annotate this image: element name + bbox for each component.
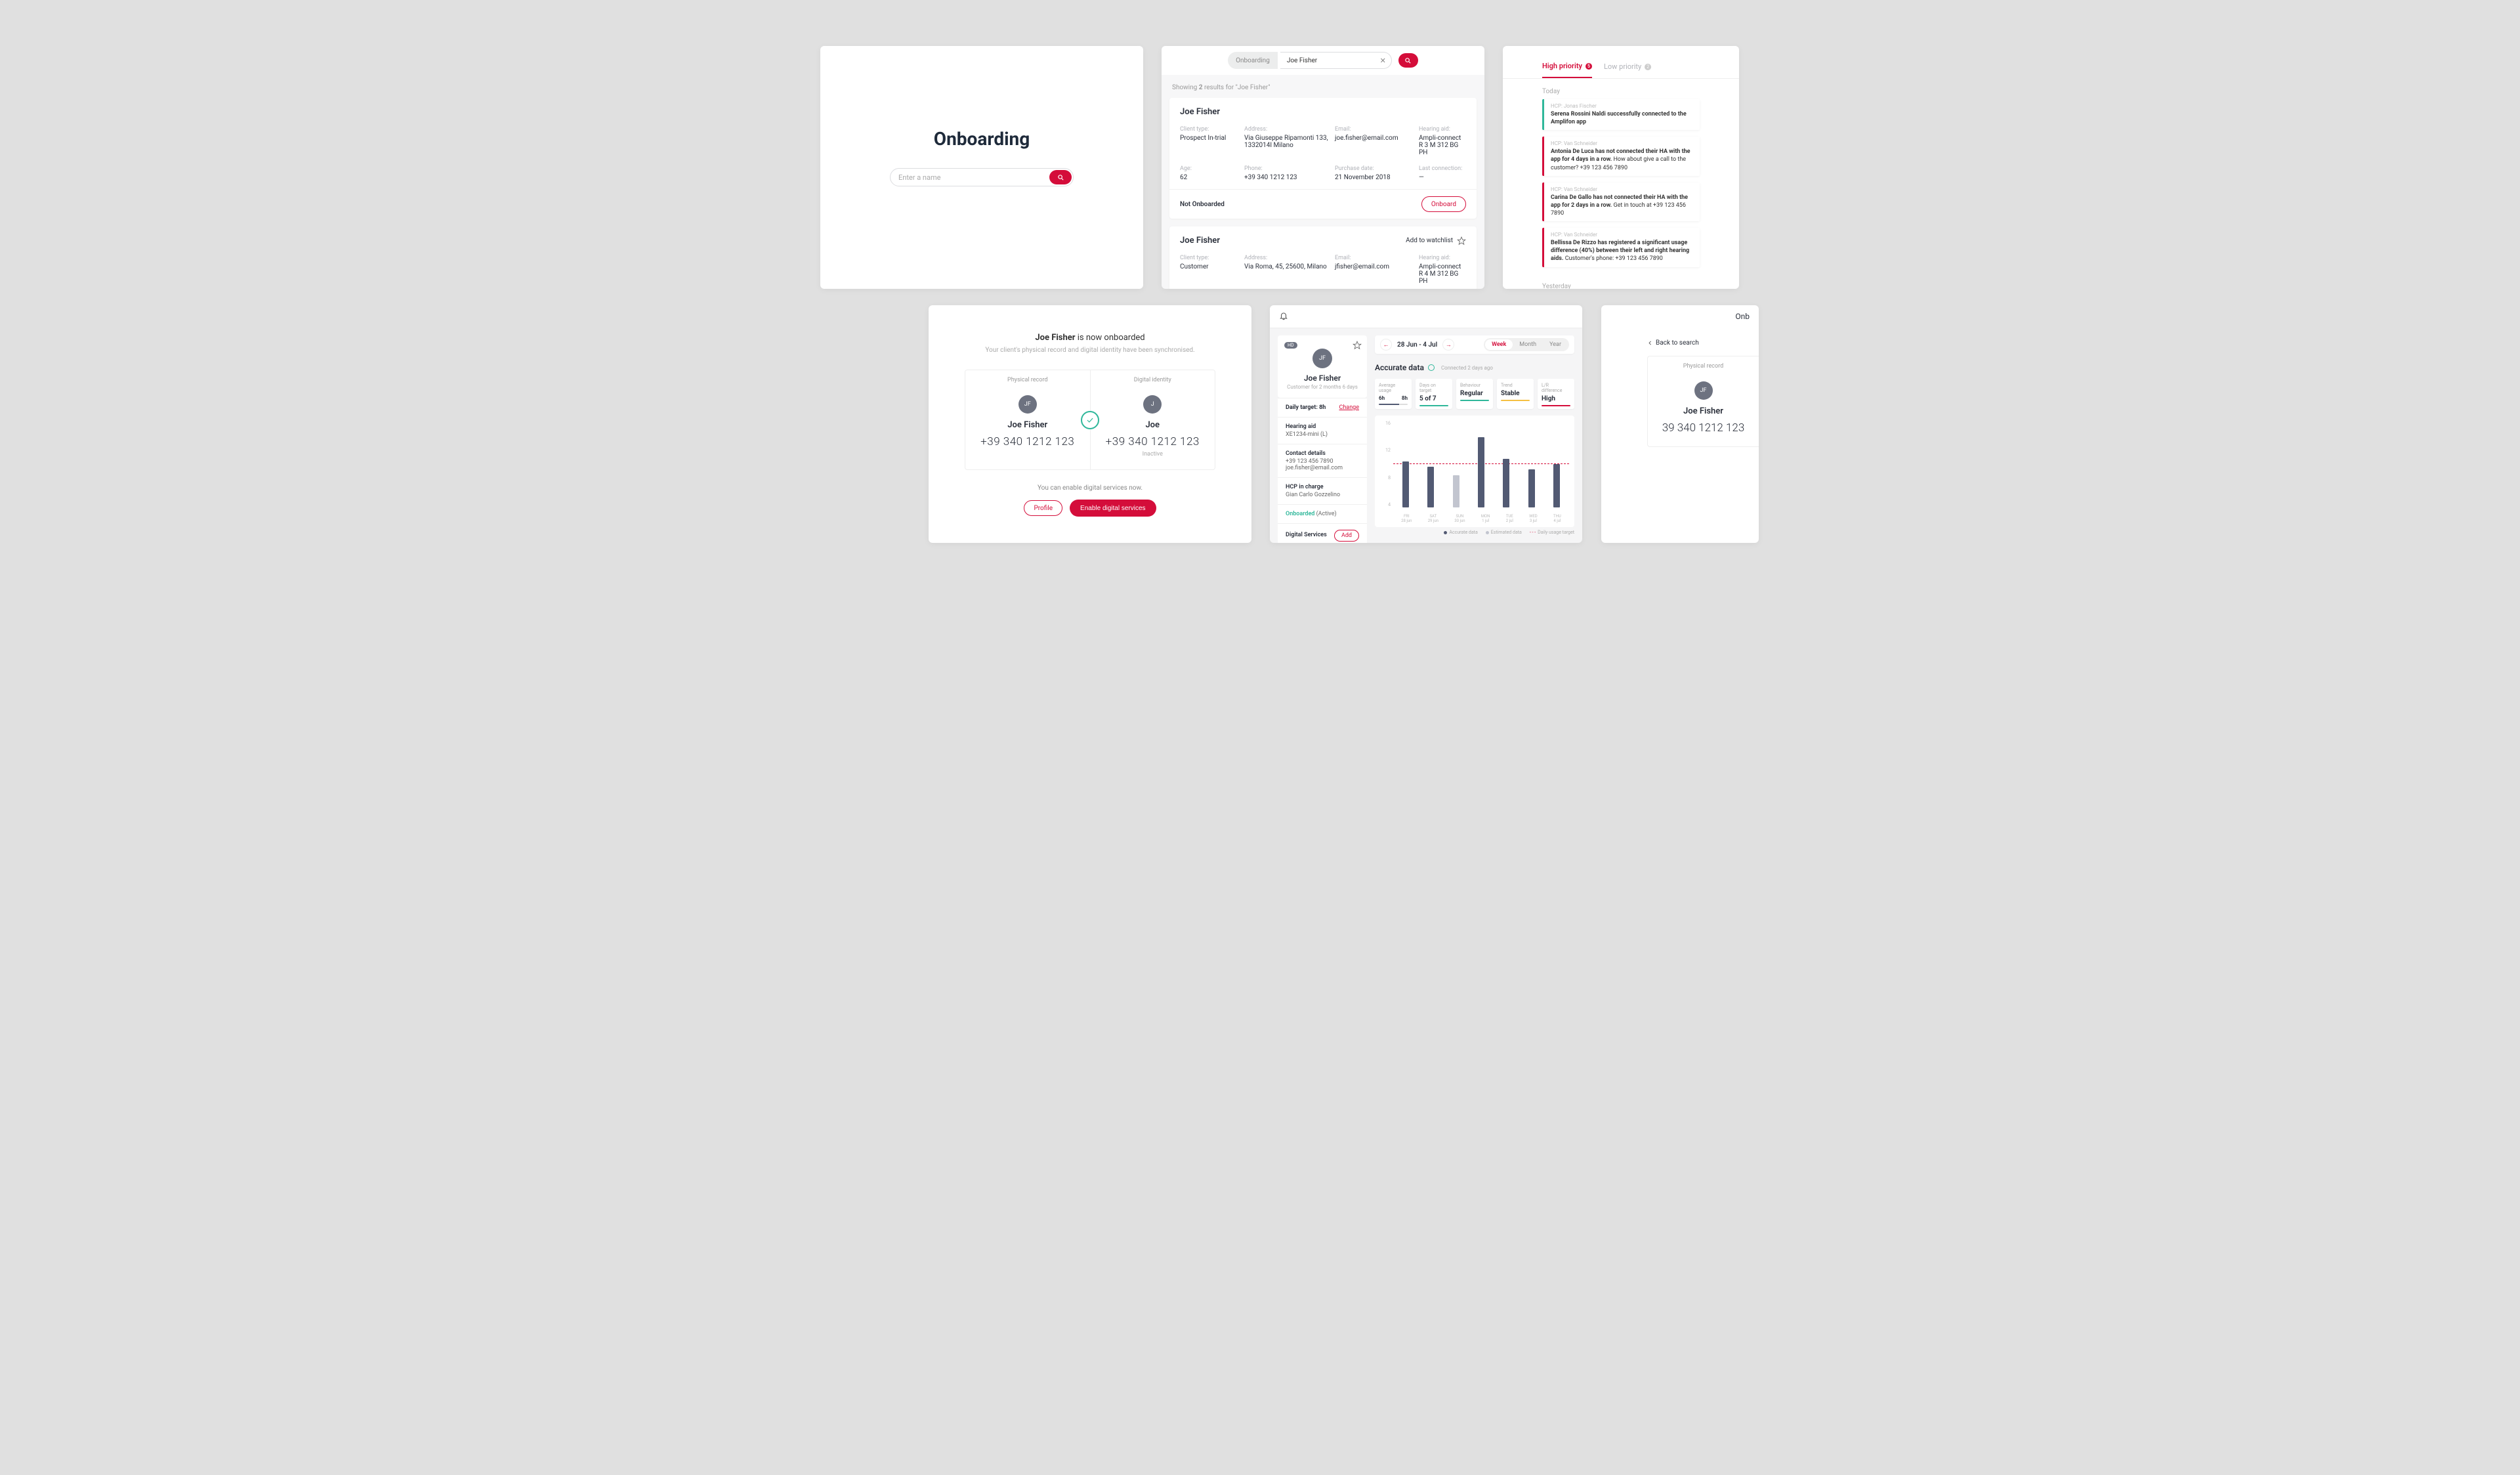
search-button[interactable] [1398,53,1418,68]
kpi-average-usage: Average usage 6h8h [1375,379,1412,409]
hd-chip: HD [1284,342,1297,349]
clear-icon[interactable]: ✕ [1380,56,1386,65]
search-placeholder: Enter a name [898,173,940,182]
period-segmented[interactable]: Week Month Year [1484,338,1569,351]
page-title-partial: Onb [1601,305,1759,328]
onboard-status: Not Onboarded [1180,201,1225,208]
date-range-bar: ← 28 Jun - 4 Jul → Week Month Year [1375,335,1574,354]
notification[interactable]: HCP: Jonas FischerSerena Rossini Naldi s… [1542,99,1700,130]
add-service-button[interactable]: Add [1334,530,1359,542]
star-icon[interactable] [1457,236,1466,246]
search-results-panel: Onboarding Joe Fisher ✕ Showing 2 result… [1162,46,1484,289]
search-button[interactable] [1049,170,1072,184]
avatar: JF [1694,381,1713,400]
bell-icon[interactable] [1279,311,1288,322]
hcp-row: HCP in chargeGian Carlo Gozzelino [1278,477,1367,504]
accuracy-header: Accurate data Connected 2 days ago [1375,363,1574,372]
avatar: JF [1312,349,1332,368]
onboarding-panel: Onboarding Enter a name [820,46,1143,289]
star-icon[interactable] [1353,341,1362,352]
prev-arrow-icon[interactable]: ← [1380,339,1392,351]
kpi-lr-difference: L/R differenceHigh [1538,379,1574,409]
customer-sidebar: HD JF Joe Fisher Customer for 2 months 6… [1278,335,1367,543]
tab-low-priority[interactable]: Low priority2 [1604,62,1651,78]
search-input[interactable]: Enter a name [890,168,1074,186]
customer-dashboard-panel: HD JF Joe Fisher Customer for 2 months 6… [1270,305,1582,543]
back-to-search-panel: Onb Back to search Physical record JF Jo… [1601,305,1759,543]
check-icon [1081,411,1099,429]
notifications-panel: High priority5 Low priority2 Today HCP: … [1503,46,1739,289]
notification[interactable]: HCP: Van SchneiderCarina De Gallo has no… [1542,182,1700,221]
sync-icon [1428,364,1435,371]
confirm-title: Joe Fisher is now onboarded [929,333,1251,343]
back-link[interactable]: Back to search [1601,328,1759,347]
result-name: Joe Fisher Add to watchlist [1180,236,1466,246]
change-target-link[interactable]: Change [1339,404,1359,411]
enable-services-button[interactable]: Enable digital services [1070,500,1156,517]
physical-record-col: Physical record JF Joe Fisher 39 340 121… [1647,356,1759,447]
seg-month[interactable]: Month [1513,339,1543,350]
usage-chart: 161284 FRI28 junSAT29 junSUN30 junMON1 j… [1375,416,1574,527]
topbar: Onboarding Joe Fisher ✕ [1162,46,1484,75]
seg-year[interactable]: Year [1543,339,1568,350]
digital-identity-col: Digital identity J Joe +39 340 1212 123 … [1090,370,1215,469]
result-card: Joe Fisher Add to watchlist Client type:… [1169,226,1477,289]
scope-chip[interactable]: Onboarding [1228,52,1278,69]
daily-target-row: Daily target: 8h Change [1278,398,1367,417]
add-watchlist-link[interactable]: Add to watchlist [1406,237,1453,244]
kpi-trend: TrendStable [1497,379,1534,409]
next-arrow-icon[interactable]: → [1442,339,1454,351]
hearing-aid-row: Hearing aidXE1234-mini (L) [1278,417,1367,444]
notification[interactable]: HCP: Van SchneiderAntonia De Luca has no… [1542,137,1700,175]
page-title: Onboarding [820,128,1143,150]
search-input[interactable]: Joe Fisher ✕ [1280,52,1392,69]
notification[interactable]: HCP: Van SchneiderBellissa De Rizzo has … [1542,228,1700,267]
digital-services-row: Digital Services Add [1278,523,1367,543]
contact-row: Contact details +39 123 456 7890 joe.fis… [1278,444,1367,477]
avatar: JF [1018,395,1037,414]
result-card: Joe Fisher Client type:Prospect In-trial… [1169,98,1477,219]
profile-button[interactable]: Profile [1024,500,1062,516]
seg-week[interactable]: Week [1485,339,1513,350]
physical-record-col: Physical record JF Joe Fisher +39 340 12… [965,370,1090,469]
chart-legend: Accurate data Estimated data - - -Daily … [1375,530,1574,535]
avatar: J [1143,395,1162,414]
kpi-behaviour: BehaviourRegular [1456,379,1493,409]
results-meta: Showing 2 results for "Joe Fisher" [1162,75,1484,98]
onboard-button[interactable]: Onboard [1421,196,1466,212]
onboarded-confirm-panel: Joe Fisher is now onboarded Your client'… [929,305,1251,543]
tab-high-priority[interactable]: High priority5 [1542,62,1592,78]
status-row: Onboarded (Active) [1278,504,1367,523]
kpi-days-on-target: Days on target5 of 7 [1416,379,1452,409]
result-name: Joe Fisher [1180,107,1466,117]
